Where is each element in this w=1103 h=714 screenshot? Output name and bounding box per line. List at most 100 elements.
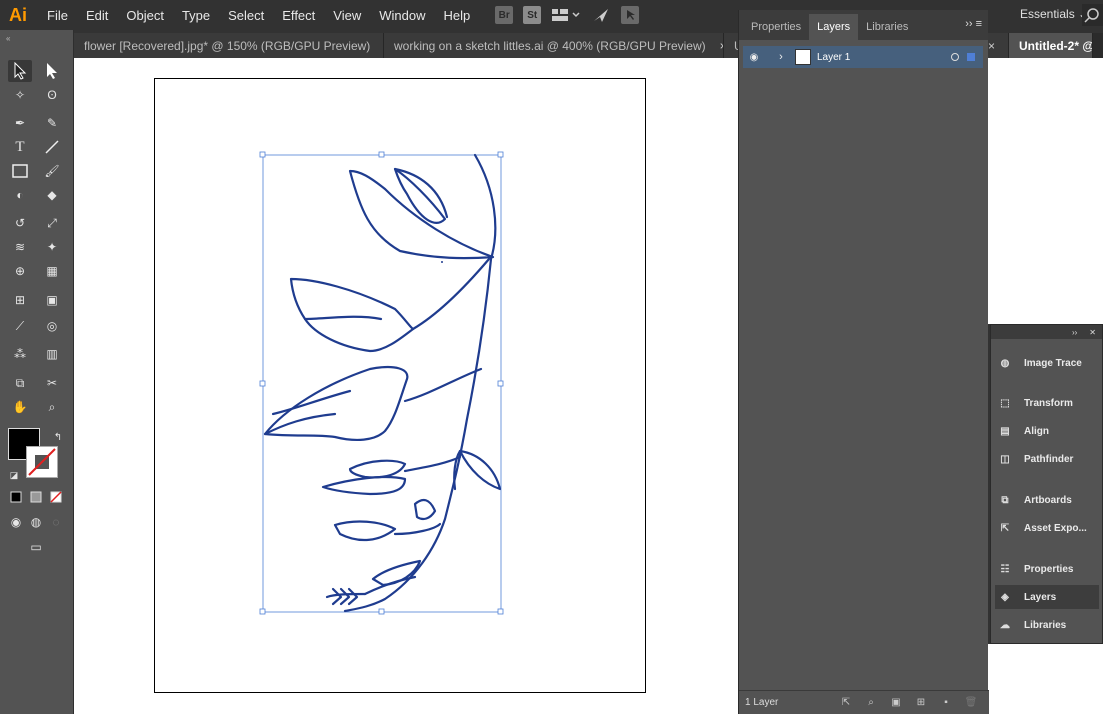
layer-count: 1 Layer [745,697,779,708]
column-graph-tool-icon[interactable]: ▥ [40,343,64,365]
puppet-warp-tool-icon[interactable]: ✦ [40,236,64,258]
clipping-mask-icon[interactable]: ▣ [889,697,903,709]
panel-properties[interactable]: ☷ Properties [995,557,1099,581]
new-layer-icon[interactable]: ▪ [939,697,953,709]
selection-tool-icon[interactable] [8,60,32,82]
flower-sketch-artwork[interactable] [155,79,647,694]
delete-icon[interactable]: 🗑 [964,697,978,709]
app-logo: Ai [9,4,27,25]
panel-asset-export[interactable]: ⇱ Asset Expo... [995,516,1099,540]
close-icon[interactable]: × [988,39,995,53]
menu-window[interactable]: Window [370,8,434,23]
menu-view[interactable]: View [324,8,370,23]
tab-sketch[interactable]: working on a sketch littles.ai @ 400% (R… [384,33,724,58]
draw-inside-icon[interactable]: ◌ [44,511,68,533]
type-tool-icon[interactable]: T [8,136,32,158]
line-tool-icon[interactable] [40,136,64,158]
symbol-sprayer-tool-icon[interactable]: ⁂ [8,343,32,365]
libraries-icon: ☁ [1000,619,1010,631]
none-mode-icon[interactable] [44,486,68,508]
artboard[interactable] [154,78,646,693]
panel-label: Properties [1024,563,1074,575]
eraser-tool-icon[interactable]: ◆ [40,184,64,206]
asset-export-icon: ⇱ [1000,522,1010,534]
panel-label: Asset Expo... [1024,522,1087,534]
artboard-tool-icon[interactable]: ⧉ [8,372,32,394]
lasso-tool-icon[interactable]: ʘ [40,84,64,106]
tab-properties[interactable]: Properties [743,14,809,40]
width-tool-icon[interactable]: ≋ [8,236,32,258]
magic-wand-tool-icon[interactable]: ✧ [8,84,32,106]
rectangle-tool-icon[interactable] [8,160,32,182]
collapse-toolbar-icon[interactable]: « [6,34,10,43]
swap-fill-stroke-icon[interactable]: ↰ [46,426,70,448]
menu-edit[interactable]: Edit [77,8,117,23]
rocket-icon[interactable] [591,6,611,24]
direct-selection-tool-icon[interactable] [40,60,64,82]
hand-tool-icon[interactable]: ✋ [8,396,32,418]
stock-icon[interactable]: St [523,6,542,24]
blend-tool-icon[interactable]: ◎ [40,315,64,337]
export-icon[interactable]: ⇱ [839,697,853,709]
layer-row[interactable]: ◉ › Layer 1 [743,46,983,68]
panel-pathfinder[interactable]: ◫ Pathfinder [995,447,1099,471]
panel-label: Pathfinder [1024,453,1074,465]
visibility-eye-icon[interactable]: ◉ [743,52,765,63]
panel-label: Libraries [1024,619,1067,631]
scale-tool-icon[interactable]: ⤢ [40,212,64,234]
panel-libraries[interactable]: ☁ Libraries [995,613,1099,637]
layer-thumbnail [795,49,811,65]
stroke-color-swatch[interactable] [26,446,58,478]
menu-file[interactable]: File [38,8,77,23]
menu-object[interactable]: Object [117,8,173,23]
workspace-switcher[interactable]: Essentials ⌄ [1020,7,1088,21]
zoom-tool-icon[interactable]: ⌕ [40,396,64,418]
new-sublayer-icon[interactable]: ⊞ [914,697,928,709]
gpu-performance-icon[interactable] [621,6,640,24]
mesh-tool-icon[interactable]: ⊞ [8,289,32,311]
eyedropper-tool-icon[interactable]: ⟋ [8,315,32,337]
layers-panel: Properties Layers Libraries ›› ≡ ◉ › Lay… [738,10,989,714]
panel-image-trace[interactable]: ◍ Image Trace [995,351,1099,375]
locate-object-icon[interactable]: ⌕ [864,697,878,709]
panel-menu-icon[interactable]: ›› ≡ [965,18,982,30]
slice-tool-icon[interactable]: ✂ [40,372,64,394]
screen-mode-icon[interactable]: ▭ [24,536,48,558]
search-icon[interactable] [1082,4,1103,26]
close-icon[interactable]: ✕ [1089,328,1096,337]
layer-target-icon[interactable] [951,53,959,61]
layer-name[interactable]: Layer 1 [817,52,951,63]
menu-type[interactable]: Type [173,8,219,23]
layer-selection-indicator[interactable] [967,53,975,61]
expand-panels-icon[interactable]: ›› [1072,328,1077,337]
menu-help[interactable]: Help [434,8,479,23]
tab-untitled-2[interactable]: Untitled-2* @ [1009,33,1093,58]
expand-chevron-icon[interactable]: › [771,51,791,63]
tab-libraries[interactable]: Libraries [858,14,916,40]
layers-icon: ◈ [1001,591,1009,603]
panel-tabs: Properties Layers Libraries [739,10,988,40]
menu-effect[interactable]: Effect [273,8,324,23]
panel-artboards[interactable]: ⧉ Artboards [995,488,1099,512]
tab-layers[interactable]: Layers [809,14,859,40]
rotate-tool-icon[interactable]: ↺ [8,212,32,234]
pathfinder-icon: ◫ [1000,453,1010,465]
panel-transform[interactable]: ⬚ Transform [995,391,1099,415]
pen-tool-icon[interactable]: ✒ [8,112,32,134]
panel-align[interactable]: ▤ Align [995,419,1099,443]
menu-select[interactable]: Select [219,8,273,23]
shape-builder-tool-icon[interactable]: ⊕ [8,260,32,282]
bridge-icon[interactable]: Br [495,6,514,24]
shaper-tool-icon[interactable]: ◐ [8,184,32,206]
panel-layers[interactable]: ◈ Layers [995,585,1099,609]
arrange-documents-icon[interactable] [551,6,581,24]
canvas-background-right-lower [988,644,1103,714]
paintbrush-tool-icon[interactable]: 🖌 [40,160,64,182]
gradient-tool-icon[interactable]: ▣ [40,289,64,311]
curvature-tool-icon[interactable]: ✎ [40,112,64,134]
document-canvas[interactable] [74,58,738,714]
perspective-grid-tool-icon[interactable]: ▦ [40,260,64,282]
transform-icon: ⬚ [1000,397,1010,409]
default-fill-stroke-icon[interactable]: ◪ [2,464,26,486]
tab-flower[interactable]: flower [Recovered].jpg* @ 150% (RGB/GPU … [74,33,384,58]
